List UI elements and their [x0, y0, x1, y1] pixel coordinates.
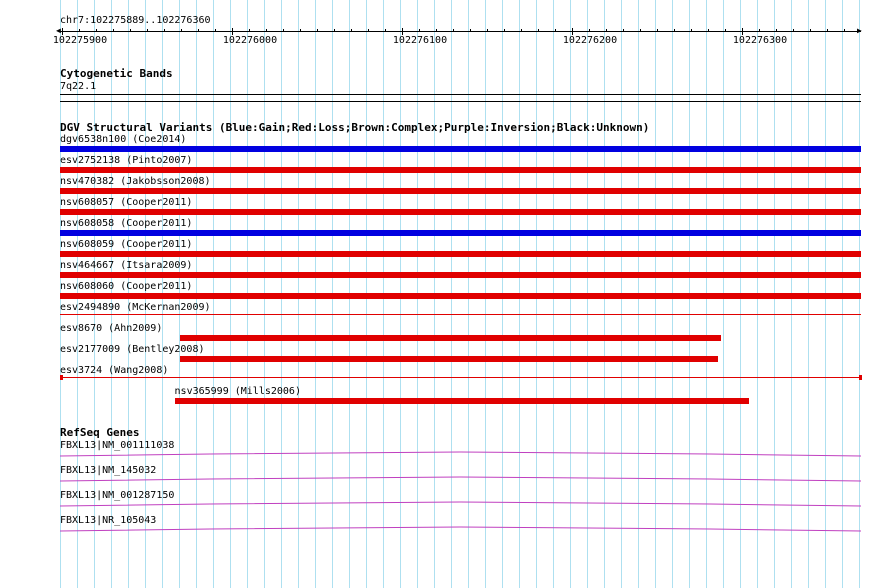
variant-bar[interactable] [180, 356, 719, 362]
ruler-minor-tick [181, 29, 182, 32]
ruler-minor-tick [606, 29, 607, 32]
variant-label: esv8670 (Ahn2009) [60, 323, 163, 334]
ruler-tick-label: 102276000 [222, 35, 278, 46]
cytoband-label: 7q22.1 [60, 81, 97, 92]
ruler-minor-tick [351, 29, 352, 32]
variant-label: nsv608060 (Cooper2011) [60, 281, 193, 292]
variant-label: esv2752138 (Pinto2007) [60, 155, 193, 166]
ruler-minor-tick [623, 29, 624, 32]
ruler-minor-tick [453, 29, 454, 32]
ruler-minor-tick [436, 29, 437, 32]
variant-label: esv2494890 (McKernan2009) [60, 302, 211, 313]
ruler-minor-tick [334, 29, 335, 32]
ruler-tick-label: 102275900 [52, 35, 108, 46]
ruler-minor-tick [266, 29, 267, 32]
ruler-minor-tick [249, 29, 250, 32]
ruler-minor-tick [640, 29, 641, 32]
variant-bar[interactable] [60, 188, 861, 194]
ruler-minor-tick [793, 29, 794, 32]
variant-bar[interactable] [174, 398, 749, 404]
variant-label: esv3724 (Wang2008) [60, 365, 169, 376]
gene-label: FBXL13|NM_145032 [60, 465, 157, 476]
ruler-minor-tick [810, 29, 811, 32]
ruler-minor-tick [283, 29, 284, 32]
variant-bar[interactable] [60, 272, 861, 278]
ruler-minor-tick [385, 29, 386, 32]
ruler-minor-tick [827, 29, 828, 32]
ruler-minor-tick [725, 29, 726, 32]
variant-bar[interactable] [60, 167, 861, 173]
ruler-minor-tick [572, 29, 573, 32]
ruler-minor-tick [130, 29, 131, 32]
ruler-minor-tick [300, 29, 301, 32]
ruler-minor-tick [164, 29, 165, 32]
variant-bar[interactable] [60, 251, 861, 257]
variant-label: nsv608059 (Cooper2011) [60, 239, 193, 250]
ruler-minor-tick [113, 29, 114, 32]
variant-bar[interactable] [60, 146, 861, 152]
ruler-minor-tick [232, 29, 233, 32]
ruler-minor-tick [742, 29, 743, 32]
cytoband-border-bottom [60, 101, 861, 102]
variant-label: nsv470382 (Jakobsson2008) [60, 176, 211, 187]
variant-label: dgv6538n100 (Coe2014) [60, 134, 187, 145]
ruler-minor-tick [402, 29, 403, 32]
variant-label: nsv464667 (Itsara2009) [60, 260, 193, 271]
variant-line[interactable] [60, 314, 861, 315]
gene-label: FBXL13|NM_001111038 [60, 440, 175, 451]
ruler-minor-tick [368, 29, 369, 32]
refseq-track-title: RefSeq Genes [60, 426, 140, 439]
ruler-minor-tick [62, 29, 63, 32]
region-label: chr7:102275889..102276360 [60, 15, 211, 26]
gene-label: FBXL13|NM_001287150 [60, 490, 175, 501]
ruler-minor-tick [776, 29, 777, 32]
ruler-minor-tick [487, 29, 488, 32]
ruler-tick-label: 102276100 [392, 35, 448, 46]
ruler-minor-tick [147, 29, 148, 32]
ruler-minor-tick [317, 29, 318, 32]
variant-endcap [859, 375, 862, 380]
variant-bar[interactable] [180, 335, 721, 341]
ruler-minor-tick [555, 29, 556, 32]
variant-bar[interactable] [60, 293, 861, 299]
variant-label: esv2177009 (Bentley2008) [60, 344, 205, 355]
variant-line[interactable] [60, 377, 861, 378]
ruler-minor-tick [589, 29, 590, 32]
ruler-minor-tick [419, 29, 420, 32]
ruler-minor-tick [504, 29, 505, 32]
ruler-minor-tick [470, 29, 471, 32]
ruler-minor-tick [674, 29, 675, 32]
ruler-minor-tick [759, 29, 760, 32]
variant-endcap [60, 375, 63, 380]
dgv-track-title: DGV Structural Variants (Blue:Gain;Red:L… [60, 121, 650, 134]
ruler-tick-label: 102276200 [562, 35, 618, 46]
ruler-minor-tick [657, 29, 658, 32]
ruler-minor-tick [538, 29, 539, 32]
cytoband-track-title: Cytogenetic Bands [60, 67, 173, 80]
ruler-minor-tick [708, 29, 709, 32]
ruler-minor-tick [844, 29, 845, 32]
variant-label: nsv365999 (Mills2006) [174, 386, 301, 397]
ruler-minor-tick [198, 29, 199, 32]
ruler-minor-tick [79, 29, 80, 32]
gene-label: FBXL13|NR_105043 [60, 515, 157, 526]
ruler-tick-label: 102276300 [732, 35, 788, 46]
ruler-minor-tick [215, 29, 216, 32]
ruler-minor-tick [521, 29, 522, 32]
ruler-right-arrow: ▶ [857, 26, 862, 35]
variant-label: nsv608058 (Cooper2011) [60, 218, 193, 229]
ruler-minor-tick [691, 29, 692, 32]
ruler-minor-tick [96, 29, 97, 32]
cytoband-border-top [60, 94, 861, 95]
variant-label: nsv608057 (Cooper2011) [60, 197, 193, 208]
variant-bar[interactable] [60, 230, 861, 236]
variant-bar[interactable] [60, 209, 861, 215]
